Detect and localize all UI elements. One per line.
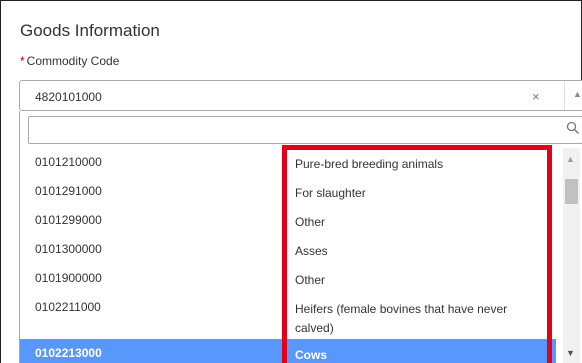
dropdown-search-input[interactable]	[28, 116, 582, 144]
close-icon[interactable]: ×	[532, 89, 540, 104]
option-code: 0102211000	[35, 300, 101, 314]
required-marker: *	[20, 54, 25, 68]
commodity-code-selected-value: 4820101000	[35, 90, 102, 104]
dropdown-option[interactable]: 0101291000 For slaughter	[20, 177, 556, 206]
option-description: Other	[295, 273, 326, 287]
dropdown-option-selected[interactable]: 0102213000 Cows	[20, 339, 556, 363]
option-code: 0101900000	[35, 271, 102, 285]
scrollbar-thumb[interactable]	[565, 179, 578, 204]
commodity-code-label: * Commodity Code	[20, 54, 119, 68]
triangle-up-icon[interactable]: ▲	[566, 154, 575, 164]
option-description: Heifers (female bovines that have never …	[295, 302, 508, 335]
commodity-code-dropdown: 0101210000 Pure-bred breeding animals 01…	[19, 111, 582, 363]
option-description: Pure-bred breeding animals	[295, 157, 444, 171]
section-title: Goods Information	[20, 21, 160, 40]
dropdown-option[interactable]: 0101300000 Asses	[20, 235, 556, 264]
option-code: 0101210000	[35, 155, 102, 169]
commodity-code-label-text: Commodity Code	[26, 54, 120, 68]
dropdown-option[interactable]: 0101900000 Other	[20, 264, 556, 293]
search-icon	[566, 121, 580, 135]
triangle-down-icon[interactable]: ▼	[566, 348, 575, 358]
option-description: For slaughter	[295, 186, 366, 200]
option-description: Cows	[295, 348, 328, 362]
options-list: 0101210000 Pure-bred breeding animals 01…	[20, 148, 556, 363]
option-code: 0102213000	[35, 346, 102, 360]
commodity-code-select[interactable]: 4820101000 × ▲	[19, 80, 582, 111]
dropdown-scrollbar[interactable]: ▲ ▼	[563, 148, 580, 363]
chevron-up-icon[interactable]: ▲	[573, 89, 582, 99]
option-code: 0101291000	[35, 184, 102, 198]
dropdown-option[interactable]: 0102211000 Heifers (female bovines that …	[20, 293, 556, 339]
select-divider	[564, 81, 565, 110]
option-code: 0101299000	[35, 213, 102, 227]
dropdown-option[interactable]: 0101210000 Pure-bred breeding animals	[20, 148, 556, 177]
option-description: Asses	[295, 244, 328, 258]
dropdown-option[interactable]: 0101299000 Other	[20, 206, 556, 235]
option-description: Other	[295, 215, 326, 229]
option-code: 0101300000	[35, 242, 102, 256]
